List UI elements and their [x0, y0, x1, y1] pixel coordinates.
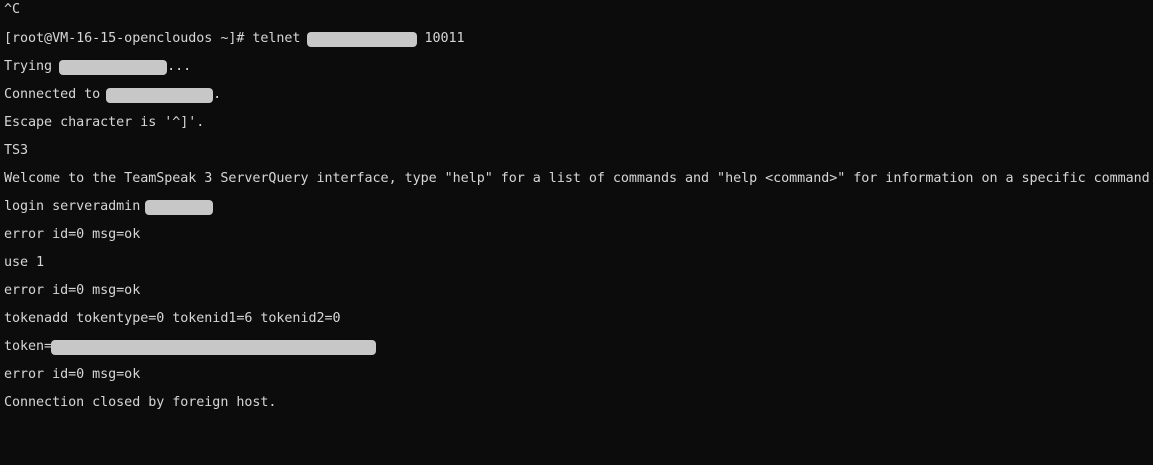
terminal-window[interactable]: ^C [root@VM-16-15-opencloudos ~]# telnet…: [0, 0, 1153, 415]
redacted-ip: [106, 87, 214, 103]
terminal-line: use 1: [4, 254, 44, 272]
line-text: Connection closed by foreign host.: [4, 395, 277, 410]
line-text: token=: [4, 339, 53, 354]
line-text: tokenadd tokentype=0 tokenid1=6 tokenid2…: [4, 311, 341, 326]
line-text: login serveradmin: [4, 199, 141, 214]
terminal-line: error id=0 msg=ok: [4, 366, 140, 384]
redacted-host: [307, 31, 418, 47]
terminal-line: tokenadd tokentype=0 tokenid1=6 tokenid2…: [4, 310, 341, 328]
line-text: .: [213, 87, 222, 102]
port-number: 10011: [424, 31, 465, 46]
line-text: use 1: [4, 255, 45, 270]
terminal-line: Connection closed by foreign host.: [4, 394, 276, 412]
line-text: ^C: [4, 2, 21, 17]
terminal-line: Trying ...: [4, 58, 191, 76]
redacted-password: [145, 199, 214, 215]
terminal-line: token=: [4, 338, 377, 356]
terminal-line: TS3: [4, 142, 28, 160]
terminal-line: [root@VM-16-15-opencloudos ~]# telnet 10…: [4, 30, 465, 48]
welcome-message: Welcome to the TeamSpeak 3 ServerQuery i…: [4, 171, 1153, 186]
line-text: Escape character is '^]'.: [4, 115, 205, 130]
terminal-line: error id=0 msg=ok: [4, 282, 140, 300]
line-text: error id=0 msg=ok: [4, 283, 141, 298]
redacted-ip: [59, 59, 168, 75]
terminal-line: login serveradmin: [4, 198, 214, 216]
line-text: error id=0 msg=ok: [4, 227, 141, 242]
line-text: Trying: [4, 59, 53, 74]
terminal-line: Escape character is '^]'.: [4, 114, 204, 132]
shell-prompt-command: [root@VM-16-15-opencloudos ~]# telnet: [4, 31, 301, 46]
terminal-line: Welcome to the TeamSpeak 3 ServerQuery i…: [4, 170, 1153, 188]
redacted-token: [51, 339, 377, 355]
terminal-line: Connected to .: [4, 86, 221, 104]
terminal-line: error id=0 msg=ok: [4, 226, 140, 244]
line-text: TS3: [4, 143, 29, 158]
line-text: Connected to: [4, 87, 101, 102]
line-text: ...: [167, 59, 192, 74]
terminal-line: ^C: [4, 1, 20, 19]
line-text: error id=0 msg=ok: [4, 367, 141, 382]
